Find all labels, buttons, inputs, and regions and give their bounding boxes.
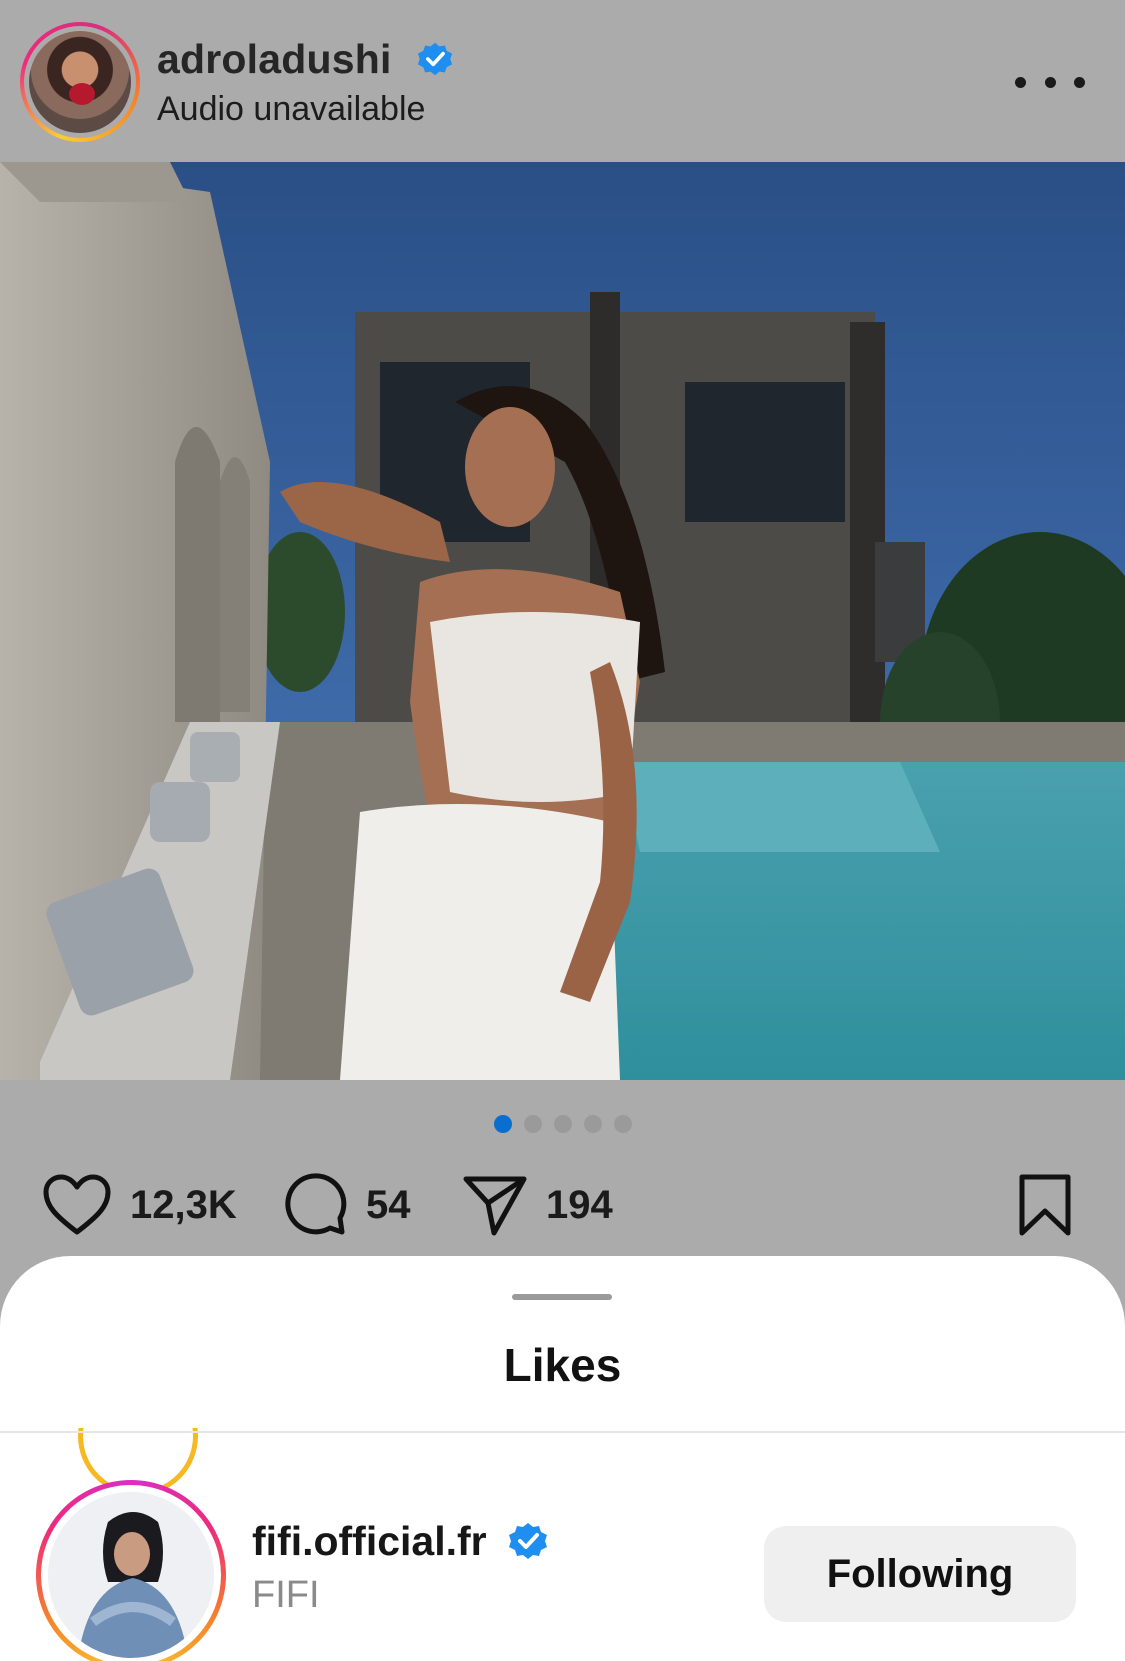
share-action[interactable]: 194 — [462, 1170, 613, 1240]
carousel-dot-1[interactable] — [493, 1115, 512, 1133]
liker-avatar-gap — [41, 1485, 221, 1661]
audio-status[interactable]: Audio unavailable — [157, 90, 425, 129]
post-header: adroladushi Audio unavailable — [0, 0, 1125, 162]
sheet-title: Likes — [503, 1339, 622, 1391]
more-icon[interactable] — [1015, 62, 1085, 102]
avatar-rose — [69, 83, 95, 105]
liker-username[interactable]: fifi.official.fr — [252, 1518, 548, 1565]
carousel-indicator[interactable] — [0, 1115, 1125, 1135]
liker-avatar-illustration — [48, 1492, 214, 1658]
author-username[interactable]: adroladushi — [157, 36, 453, 83]
carousel-dot-3[interactable] — [553, 1115, 572, 1133]
liker-avatar[interactable] — [36, 1480, 226, 1661]
liker-avatar-image — [48, 1492, 214, 1658]
avatar-image — [29, 31, 131, 133]
bookmark-icon[interactable] — [1016, 1173, 1074, 1237]
likes-sheet: Likes fifi.official.fr FIFI Following — [0, 1256, 1125, 1661]
like-row[interactable]: fifi.official.fr FIFI Following — [0, 1466, 1125, 1661]
carousel-dot-2[interactable] — [523, 1115, 542, 1133]
comments-count[interactable]: 54 — [366, 1183, 411, 1228]
shares-count[interactable]: 194 — [546, 1183, 613, 1228]
photo-illustration — [0, 162, 1125, 1080]
carousel-dot-4[interactable] — [583, 1115, 602, 1133]
save-action[interactable] — [1016, 1170, 1074, 1240]
following-button[interactable]: Following — [764, 1526, 1076, 1622]
like-action[interactable]: 12,3K — [42, 1170, 237, 1240]
avatar-ring-gap — [24, 26, 136, 138]
action-bar: 12,3K 54 194 — [0, 1170, 1125, 1240]
liker-username-text[interactable]: fifi.official.fr — [252, 1518, 487, 1564]
author-username-text[interactable]: adroladushi — [157, 36, 392, 82]
sheet-grabber[interactable] — [512, 1294, 612, 1300]
author-avatar[interactable] — [20, 22, 140, 142]
verified-badge-icon — [509, 1523, 548, 1560]
comment-action[interactable]: 54 — [282, 1170, 411, 1240]
liker-display-name: FIFI — [252, 1574, 320, 1616]
likes-count[interactable]: 12,3K — [130, 1183, 237, 1228]
heart-icon[interactable] — [42, 1174, 112, 1236]
share-icon[interactable] — [462, 1173, 528, 1237]
sheet-divider — [0, 1431, 1125, 1433]
verified-badge-icon — [418, 42, 453, 76]
comment-icon[interactable] — [282, 1172, 348, 1238]
post-photo[interactable] — [0, 162, 1125, 1080]
carousel-dot-5[interactable] — [613, 1115, 632, 1133]
